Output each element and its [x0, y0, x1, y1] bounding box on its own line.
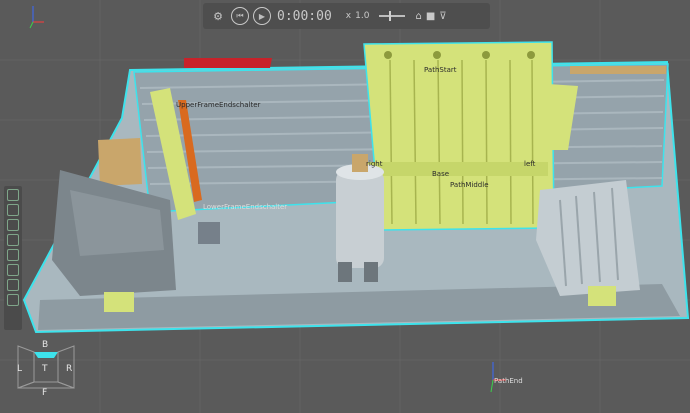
navcube-left[interactable]: L [17, 364, 22, 374]
motor-cylinder[interactable] [336, 154, 384, 282]
speed-value[interactable]: 1.0 [355, 11, 369, 21]
navcube-center[interactable]: T [42, 364, 48, 374]
navcube-bottom[interactable]: F [42, 388, 47, 398]
navigation-cube[interactable]: B L T R F [8, 336, 84, 402]
camera-icon[interactable]: ■ [426, 11, 435, 22]
playback-toolbar: ⚙ ⏮ ▶ 0:00:00 x 1.0 ⌂ ■ ⊽ [203, 3, 490, 29]
axis-gizmo [29, 6, 44, 29]
label-path-middle: PathMiddle [450, 181, 489, 189]
label-base: Base [432, 170, 450, 178]
play-icon[interactable]: ▶ [253, 7, 271, 25]
red-bracket[interactable] [184, 58, 272, 68]
shape-icon[interactable] [7, 264, 19, 276]
layers-icon[interactable] [7, 234, 19, 246]
speed-prefix: x [345, 11, 352, 21]
3d-viewport[interactable]: UpperFrameEndschalter LowerFrameEndschal… [0, 0, 690, 413]
frame-icon[interactable] [7, 204, 19, 216]
gear-icon[interactable]: ⚙ [209, 7, 227, 25]
tan-block[interactable] [98, 138, 142, 186]
navcube-top[interactable]: B [42, 340, 48, 350]
label-path-start: PathStart [424, 66, 457, 74]
scene-canvas[interactable] [0, 0, 690, 413]
skip-back-icon[interactable]: ⏮ [231, 7, 249, 25]
connector-block[interactable] [198, 222, 220, 244]
view-icon[interactable] [7, 219, 19, 231]
label-lower-frame-endschalter: LowerFrameEndschalter [203, 203, 288, 211]
record-icon[interactable]: ⌂ [415, 11, 421, 22]
label-upper-frame-endschalter: UpperFrameEndschalter [176, 101, 261, 109]
material-icon[interactable] [7, 249, 19, 261]
transform-icon[interactable] [7, 279, 19, 291]
navcube-right[interactable]: R [66, 364, 72, 374]
time-display: 0:00:00 [277, 8, 332, 24]
label-right: right [366, 160, 383, 168]
tool-palette [4, 186, 22, 330]
label-left: left [524, 160, 536, 168]
object-icon[interactable] [7, 294, 19, 306]
speed-slider[interactable] [379, 11, 406, 21]
filter-icon[interactable]: ⊽ [439, 11, 446, 22]
label-path-end: PathEnd [494, 377, 523, 385]
select-icon[interactable] [7, 189, 19, 201]
